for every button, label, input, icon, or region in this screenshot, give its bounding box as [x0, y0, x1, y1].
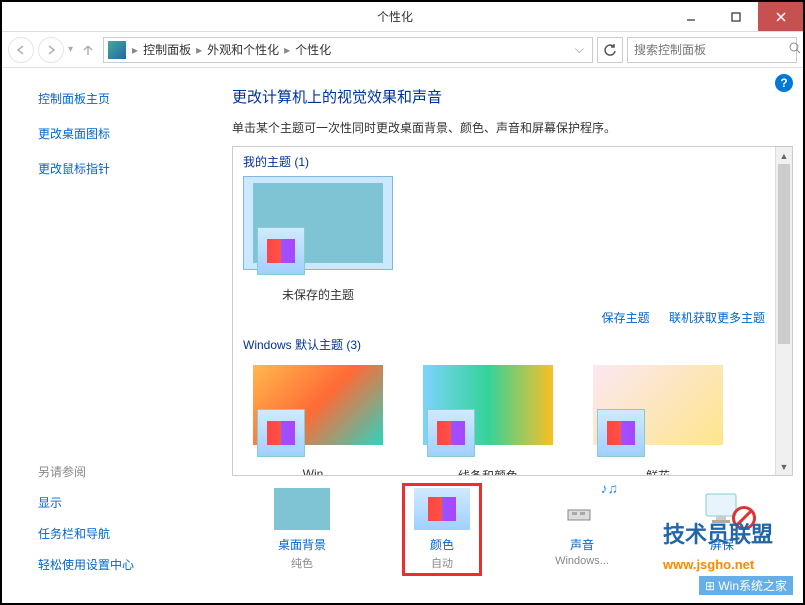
get-more-themes-link[interactable]: 联机获取更多主题 [669, 311, 765, 325]
back-button[interactable] [8, 37, 34, 63]
page-heading: 更改计算机上的视觉效果和声音 [232, 86, 793, 107]
sidebar-sublink-taskbar[interactable]: 任务栏和导航 [38, 525, 192, 542]
breadcrumb-dropdown-icon[interactable]: ⌵ [571, 42, 588, 57]
history-dropdown-icon[interactable]: ▾ [68, 44, 73, 55]
sidebar: 控制面板主页 更改桌面图标 更改鼠标指针 另请参阅 显示 任务栏和导航 轻松使用… [2, 68, 212, 603]
theme-preview [423, 365, 553, 445]
window-controls [668, 2, 803, 31]
forward-button[interactable] [38, 37, 64, 63]
breadcrumb-separator: ▸ [132, 43, 138, 57]
sidebar-sublink-display[interactable]: 显示 [38, 494, 192, 511]
color-setting[interactable]: 颜色 自动 [402, 483, 482, 576]
minimize-button[interactable] [668, 2, 713, 31]
titlebar: 个性化 [2, 2, 803, 32]
main-panel: 更改计算机上的视觉效果和声音 单击某个主题可一次性同时更改桌面背景、颜色、声音和… [212, 68, 803, 603]
theme-preview [253, 183, 383, 263]
theme-label: 线条和颜色 [413, 467, 563, 475]
theme-item-unsaved[interactable]: 未保存的主题 [243, 176, 393, 303]
themes-panel: 我的主题 (1) 未保存的主题 保存主题 联机获取更多主题 [232, 146, 793, 476]
theme-item-flowers[interactable]: 鲜花 [583, 359, 733, 475]
save-theme-link[interactable]: 保存主题 [602, 311, 650, 325]
desktop-background-setting[interactable]: 桌面背景 纯色 [262, 488, 342, 576]
search-box[interactable] [627, 37, 797, 63]
screensaver-setting[interactable]: 屏保 ... [682, 488, 762, 576]
theme-item-lines[interactable]: 线条和颜色 [413, 359, 563, 475]
sidebar-title[interactable]: 控制面板主页 [38, 90, 192, 107]
theme-preview [253, 365, 383, 445]
sidebar-link-mouse-pointers[interactable]: 更改鼠标指针 [38, 160, 192, 177]
screensaver-icon [694, 488, 750, 530]
speaker-icon: ♪♫ [554, 488, 610, 530]
default-themes-label: Windows 默认主题 (3) [243, 336, 765, 353]
desktop-background-icon [274, 488, 330, 530]
theme-actions: 保存主题 联机获取更多主题 [243, 309, 765, 326]
color-fan-icon [257, 227, 305, 275]
breadcrumb-separator: ▸ [196, 43, 202, 57]
page-subtitle: 单击某个主题可一次性同时更改桌面背景、颜色、声音和屏幕保护程序。 [232, 119, 793, 136]
setting-value: Windows... [542, 555, 622, 567]
sidebar-see-also: 另请参阅 [38, 463, 192, 480]
addressbar: ▾ ▸ 控制面板 ▸ 外观和个性化 ▸ 个性化 ⌵ [2, 32, 803, 68]
my-themes-label: 我的主题 (1) [243, 153, 765, 170]
setting-label: 桌面背景 [262, 536, 342, 553]
close-button[interactable] [758, 2, 803, 31]
scroll-up-icon[interactable]: ▲ [776, 147, 792, 164]
refresh-button[interactable] [597, 37, 623, 63]
themes-list: 我的主题 (1) 未保存的主题 保存主题 联机获取更多主题 [233, 147, 775, 475]
theme-item-windows[interactable]: Win... [243, 359, 393, 475]
breadcrumb-segment[interactable]: 个性化 [292, 41, 334, 58]
breadcrumb[interactable]: ▸ 控制面板 ▸ 外观和个性化 ▸ 个性化 ⌵ [103, 37, 593, 63]
theme-label: 未保存的主题 [243, 286, 393, 303]
sidebar-link-desktop-icons[interactable]: 更改桌面图标 [38, 125, 192, 142]
theme-label: Win... [243, 467, 393, 475]
theme-preview [593, 365, 723, 445]
sounds-setting[interactable]: ♪♫ 声音 Windows... [542, 488, 622, 576]
settings-row: 桌面背景 纯色 颜色 自动 ♪♫ 声音 Windows... [232, 488, 793, 576]
setting-label: 屏保 [682, 536, 762, 553]
disabled-icon [732, 506, 756, 530]
scroll-down-icon[interactable]: ▼ [776, 458, 792, 475]
breadcrumb-segment[interactable]: 控制面板 [140, 41, 194, 58]
sidebar-sublink-ease-of-access[interactable]: 轻松使用设置中心 [38, 556, 192, 573]
setting-label: 颜色 [407, 536, 477, 553]
scroll-thumb[interactable] [778, 164, 790, 344]
color-fan-icon [257, 409, 305, 457]
maximize-button[interactable] [713, 2, 758, 31]
breadcrumb-separator: ▸ [284, 43, 290, 57]
setting-value: 纯色 [262, 555, 342, 571]
personalization-icon [108, 41, 126, 59]
breadcrumb-segment[interactable]: 外观和个性化 [204, 41, 282, 58]
up-button[interactable] [77, 39, 99, 61]
search-icon [789, 41, 801, 59]
setting-value: 自动 [407, 555, 477, 571]
color-fan-icon [597, 409, 645, 457]
theme-label: 鲜花 [583, 467, 733, 475]
content-area: ? 控制面板主页 更改桌面图标 更改鼠标指针 另请参阅 显示 任务栏和导航 轻松… [2, 68, 803, 603]
scrollbar[interactable]: ▲ ▼ [775, 147, 792, 475]
color-fan-icon [414, 488, 470, 530]
color-fan-icon [427, 409, 475, 457]
window-title: 个性化 [2, 8, 668, 25]
setting-value: ... [682, 555, 762, 567]
setting-label: 声音 [542, 536, 622, 553]
search-input[interactable] [634, 43, 789, 57]
